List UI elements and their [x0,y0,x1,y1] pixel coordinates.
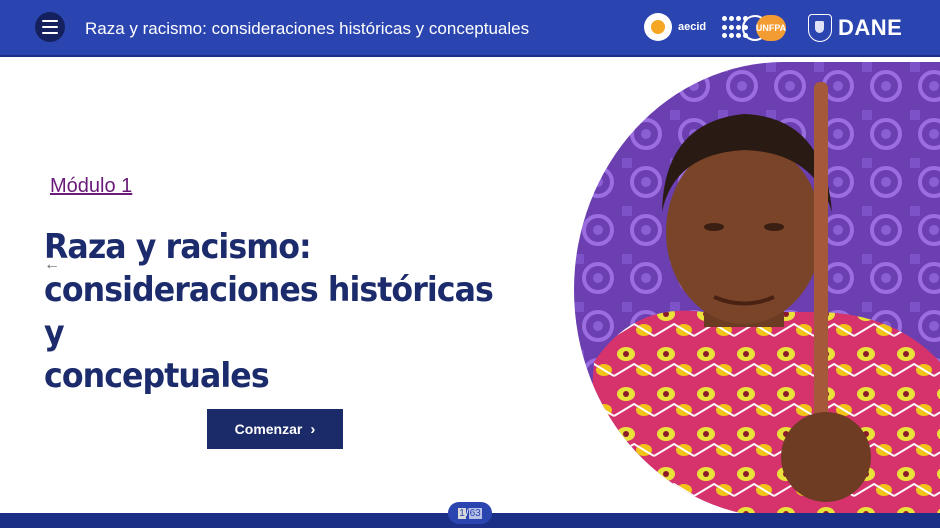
aecid-logo-text: aecid [678,21,707,33]
partner-logos: aecid UNFPA DANE [620,0,940,57]
title-line: consideraciones históricas y [44,270,494,353]
hamburger-bar [42,26,58,28]
aecid-icon [644,13,672,41]
hero-portrait-image [574,62,940,518]
top-header: Raza y racismo: consideraciones históric… [0,0,940,57]
dane-logo-text: DANE [838,15,903,40]
aecid-logo: aecid [644,13,706,41]
start-button[interactable]: Comenzar › [207,409,343,449]
unfpa-logo: UNFPA [722,13,786,43]
hamburger-bar [42,32,58,34]
page-indicator: 1/63 [448,502,492,524]
title-line: conceptuales [44,356,270,396]
chevron-right-icon: › [310,420,316,438]
current-page: 1 [458,507,466,519]
start-button-label: Comenzar [234,421,303,437]
title-line: Raza y racismo: [44,227,312,267]
dane-logo: DANE [808,14,902,42]
unfpa-badge: UNFPA [756,15,786,41]
coat-of-arms-icon [808,14,832,42]
course-title: Raza y racismo: consideraciones históric… [85,19,530,38]
menu-button[interactable] [35,12,65,42]
module-link[interactable]: Módulo 1 [50,175,132,198]
hamburger-menu-icon [42,20,58,22]
total-pages: 63 [468,507,482,519]
slide-title: Raza y racismo: consideraciones históric… [44,226,509,398]
